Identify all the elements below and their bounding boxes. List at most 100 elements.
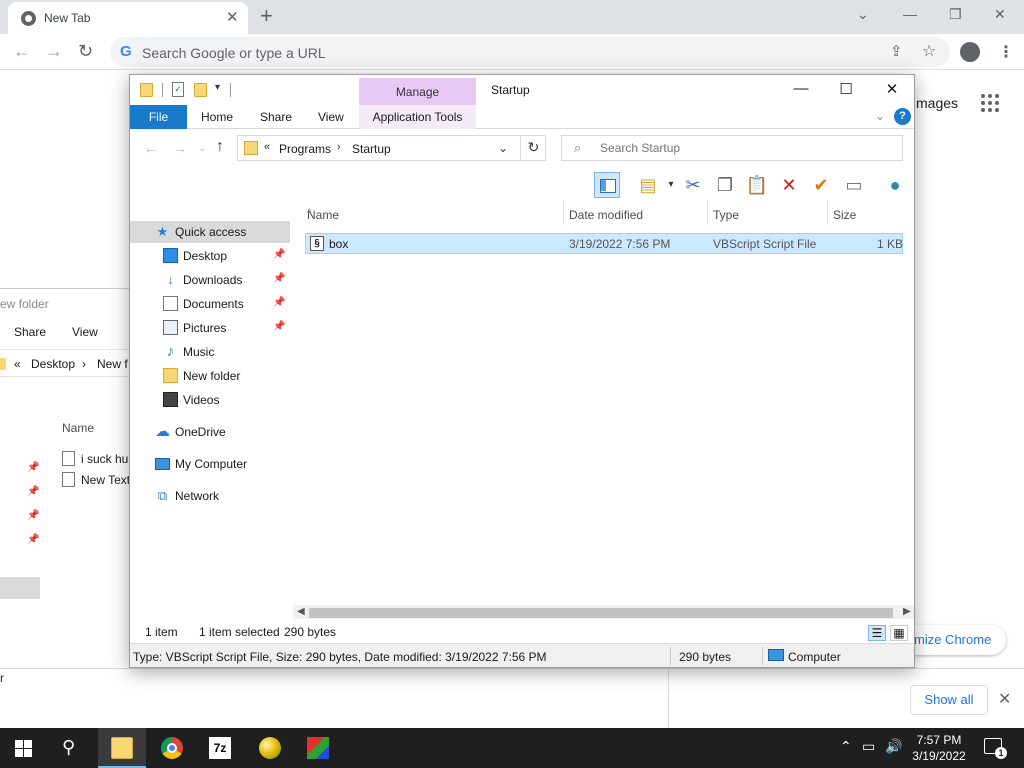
chrome-restore-button[interactable]: ❐ (949, 6, 962, 23)
scroll-left-arrow-icon[interactable]: ◀ (297, 606, 305, 617)
globe-icon[interactable]: ● (882, 172, 908, 198)
tab-search-chevron-icon[interactable]: ⌄ (857, 6, 869, 23)
nav-item-desktop[interactable]: Desktop 📌 (130, 245, 290, 267)
taskbar-app-ball[interactable] (246, 728, 294, 768)
nav-item-pictures[interactable]: Pictures 📌 (130, 317, 290, 339)
taskbar-clock[interactable]: 7:57 PM 3/19/2022 (905, 732, 973, 764)
address-bar[interactable]: « Programs › Startup ⌄ (237, 135, 546, 161)
rename-icon[interactable]: ▭ (841, 172, 867, 198)
taskbar-file-explorer[interactable] (98, 728, 146, 768)
taskbar-7zip[interactable]: 7z (196, 728, 244, 768)
nav-item-my-computer[interactable]: My Computer (130, 453, 290, 475)
bg-address-bar[interactable]: « Desktop › New f (0, 349, 130, 377)
network-tray-icon[interactable]: ▭ (862, 738, 875, 755)
profile-avatar-icon[interactable] (960, 42, 980, 62)
nav-item-onedrive[interactable]: ☁ OneDrive (130, 421, 290, 443)
qat-folder-icon[interactable] (140, 83, 153, 97)
bg-selected-nav-item[interactable] (0, 577, 40, 599)
back-arrow-icon[interactable]: ← (13, 40, 31, 62)
omnibox[interactable]: G Search Google or type a URL ⇪ ☆ (110, 37, 950, 67)
explorer-minimize-button[interactable]: — (781, 80, 821, 97)
large-icons-view-icon[interactable]: ▦ (890, 625, 908, 641)
column-header-type[interactable]: Type (707, 201, 827, 225)
nav-item-new-folder[interactable]: New folder (130, 365, 290, 387)
file-explorer-window[interactable]: ✓ ▾ Manage Startup — ☐ ✕ File Home Share… (129, 74, 915, 668)
chrome-minimize-button[interactable]: — (903, 6, 917, 22)
manage-contextual-tab[interactable]: Manage (359, 78, 476, 105)
forward-arrow-icon[interactable]: → (45, 40, 63, 62)
chrome-close-button[interactable]: ✕ (994, 6, 1006, 23)
breadcrumb-separator-icon[interactable]: › (337, 141, 341, 153)
chrome-tab-new-tab[interactable]: New Tab ✕ (8, 2, 248, 34)
bg-file-item[interactable]: New Text (62, 472, 130, 487)
explorer-maximize-button[interactable]: ☐ (826, 80, 866, 98)
windows-start-icon[interactable] (15, 740, 32, 757)
reload-icon[interactable]: ↻ (78, 40, 93, 62)
tab-share[interactable]: Share (260, 110, 292, 124)
address-dropdown-chevron-icon[interactable]: ⌄ (498, 141, 508, 155)
customize-chrome-button[interactable]: mize Chrome (900, 625, 1006, 655)
scrollbar-thumb[interactable] (309, 608, 893, 618)
explorer-title-bar[interactable]: ✓ ▾ Manage Startup — ☐ ✕ (130, 75, 914, 105)
taskbar-chrome[interactable] (148, 728, 196, 768)
ribbon-expand-chevron-icon[interactable]: ⌄ (875, 109, 885, 123)
tray-overflow-chevron-icon[interactable]: ⌃ (840, 738, 852, 755)
download-item-stub[interactable]: r (0, 671, 4, 685)
cut-icon[interactable]: ✂ (680, 172, 706, 198)
bg-tab-view[interactable]: View (72, 325, 98, 339)
paste-icon[interactable]: 📋 (744, 172, 770, 198)
search-box[interactable]: ⌕ (561, 135, 903, 161)
tab-view[interactable]: View (318, 110, 344, 124)
nav-item-music[interactable]: ♪ Music (130, 341, 290, 363)
breadcrumb-startup[interactable]: Startup (352, 142, 391, 156)
taskbar-search-icon[interactable]: ⚲ (62, 737, 75, 758)
nav-item-downloads[interactable]: ↓ Downloads 📌 (130, 269, 290, 291)
bookmark-star-icon[interactable]: ☆ (922, 41, 936, 61)
explorer-close-button[interactable]: ✕ (872, 80, 912, 98)
show-all-button[interactable]: Show all (910, 685, 988, 715)
column-header-date-modified[interactable]: Date modified (563, 201, 707, 225)
recent-locations-chevron-icon[interactable]: ⌄ (198, 143, 206, 154)
google-apps-icon[interactable] (981, 94, 999, 112)
explorer-forward-icon[interactable]: → (173, 140, 187, 156)
bg-breadcrumb-new-folder[interactable]: New f (97, 357, 128, 371)
search-input[interactable] (600, 140, 890, 156)
download-shelf-close-icon[interactable]: ✕ (998, 689, 1011, 709)
up-arrow-icon[interactable]: ↑ (216, 138, 224, 156)
scroll-right-arrow-icon[interactable]: ▶ (903, 606, 911, 617)
share-icon[interactable]: ⇪ (890, 42, 903, 60)
file-list-pane[interactable]: Name ^ Date modified Type Size § box 3/1… (293, 201, 914, 619)
new-tab-button[interactable]: + (260, 4, 273, 28)
nav-item-quick-access[interactable]: ★ Quick access (130, 221, 290, 243)
bg-breadcrumb-desktop[interactable]: Desktop (31, 357, 75, 371)
file-row-box[interactable]: § box 3/19/2022 7:56 PM VBScript Script … (305, 233, 903, 254)
preview-pane-icon[interactable] (594, 172, 620, 198)
column-header-name[interactable]: Name ^ (293, 201, 563, 225)
copy-icon[interactable]: ❐ (712, 172, 738, 198)
nav-item-network[interactable]: ⧉ Network (130, 485, 290, 507)
bg-file-item[interactable]: i suck hu (62, 451, 128, 466)
properties-check-icon[interactable]: ✔ (808, 172, 834, 198)
tab-application-tools[interactable]: Application Tools (359, 105, 476, 129)
qat-customize-chevron-icon[interactable]: ▾ (215, 82, 220, 93)
volume-icon[interactable]: 🔊 (885, 738, 902, 755)
bg-tab-share[interactable]: Share (14, 325, 46, 339)
chrome-menu-icon[interactable]: ⋮ (998, 42, 1014, 62)
background-explorer-window[interactable]: ew folder Share View « Desktop › New f N… (0, 288, 130, 668)
nav-item-documents[interactable]: Documents 📌 (130, 293, 290, 315)
explorer-back-icon[interactable]: ← (144, 140, 158, 156)
images-link[interactable]: mages (916, 95, 958, 111)
qat-properties-icon[interactable]: ✓ (172, 82, 184, 97)
tab-file[interactable]: File (130, 105, 187, 129)
tab-home[interactable]: Home (201, 110, 233, 124)
breadcrumb-overflow-icon[interactable]: « (264, 141, 270, 153)
help-icon[interactable]: ? (894, 108, 911, 125)
tab-close-icon[interactable]: ✕ (226, 8, 239, 26)
bg-column-name[interactable]: Name (62, 421, 94, 435)
delete-icon[interactable]: ✕ (776, 172, 802, 198)
nav-item-videos[interactable]: Videos (130, 389, 290, 411)
details-view-icon[interactable]: ☰ (868, 625, 886, 641)
refresh-button[interactable]: ↻ (520, 135, 546, 161)
qat-new-folder-icon[interactable] (194, 83, 207, 97)
breadcrumb-programs[interactable]: Programs (279, 142, 331, 156)
